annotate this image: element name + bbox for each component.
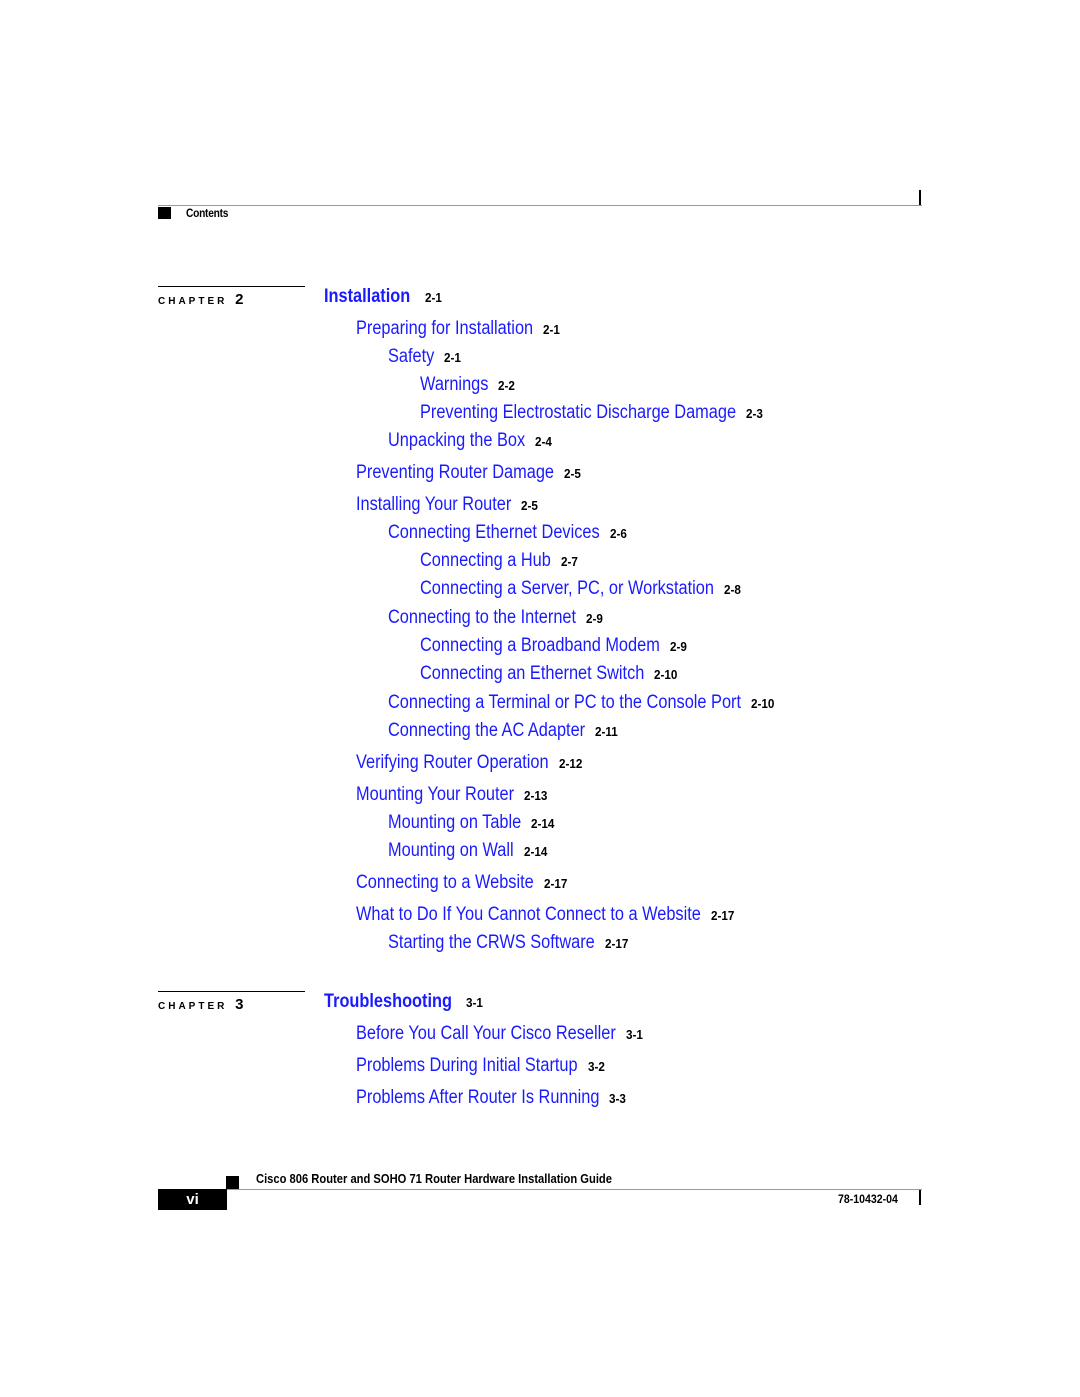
toc-entry[interactable]: Mounting on Table 2-14 [388,813,557,832]
toc-entry[interactable]: What to Do If You Cannot Connect to a We… [356,905,737,924]
toc-entry[interactable]: Problems During Initial Startup 3-2 [356,1056,606,1075]
toc-page-number: 3-3 [609,1091,627,1106]
toc-page-number: 2-12 [558,756,582,771]
toc-entry-title[interactable]: Connecting Ethernet Devices [388,523,600,542]
toc-entry-title[interactable]: Unpacking the Box [388,431,525,450]
toc-page-number: 2-4 [535,434,553,449]
toc-entry-title[interactable]: Mounting on Table [388,813,521,832]
footer-book-title: Cisco 806 Router and SOHO 71 Router Hard… [256,1171,612,1186]
toc-page-number: 2-11 [595,724,618,739]
toc-entry-title[interactable]: Problems During Initial Startup [356,1056,578,1075]
toc-page-number: 2-17 [710,908,735,923]
toc-chapter-title[interactable]: Troubleshooting [324,992,452,1011]
toc-entry-title[interactable]: Preventing Router Damage [356,463,554,482]
toc-entry[interactable]: Connecting a Terminal or PC to the Conso… [388,693,777,712]
toc-page-number: 2-13 [524,788,548,803]
header-change-bar [919,190,921,206]
toc-entry[interactable]: Connecting the AC Adapter 2-11 [388,721,620,740]
chapter-rule [158,286,305,287]
chapter-number: 2 [235,291,244,308]
toc-entry[interactable]: Preventing Electrostatic Discharge Damag… [420,403,765,422]
toc-entry[interactable]: Preventing Router Damage 2-5 [356,463,583,482]
toc-entry[interactable]: Starting the CRWS Software 2-17 [388,933,631,952]
toc-page-number: 2-10 [751,696,775,711]
toc-entry-title[interactable]: Mounting on Wall [388,841,514,860]
toc-page-number: 2-6 [609,526,627,541]
toc-page-number: 2-1 [424,290,442,305]
toc-chapter-entry[interactable]: Troubleshooting 3-1 [324,992,485,1011]
toc-entry[interactable]: Mounting on Wall 2-14 [388,841,550,860]
toc-page-number: 2-9 [669,639,687,654]
toc-chapter-title[interactable]: Installation [324,287,410,306]
toc-entry[interactable]: Installing Your Router 2-5 [356,495,540,514]
toc-page-number: 2-1 [543,322,561,337]
toc-page-number: 2-1 [444,350,462,365]
toc-page-number: 2-9 [586,611,603,626]
toc-entry-title[interactable]: Connecting a Broadband Modem [420,636,660,655]
toc-entry-title[interactable]: Connecting the AC Adapter [388,721,585,740]
toc-entry-title[interactable]: Starting the CRWS Software [388,933,595,952]
toc-entry[interactable]: Verifying Router Operation 2-12 [356,753,585,772]
toc-page-number: 2-14 [531,816,555,831]
toc-entry-title[interactable]: Mounting Your Router [356,785,514,804]
chapter-word: CHAPTER [158,1001,228,1012]
toc-page-number: 2-5 [564,466,581,481]
toc-entry[interactable]: Mounting Your Router 2-13 [356,785,550,804]
toc-entry[interactable]: Connecting Ethernet Devices 2-6 [388,523,628,542]
toc-page-number: 2-10 [654,667,678,682]
chapter-label: CHAPTER 3 [158,996,243,1013]
footer-change-bar [919,1190,921,1205]
toc-chapter-entry[interactable]: Installation 2-1 [324,287,444,306]
footer-page-number: vi [158,1189,227,1210]
toc-entry[interactable]: Connecting an Ethernet Switch 2-10 [420,664,680,683]
toc-entry-title[interactable]: Connecting a Server, PC, or Workstation [420,579,714,598]
toc-entry[interactable]: Safety 2-1 [388,347,463,366]
toc-entry[interactable]: Connecting a Broadband Modem 2-9 [420,636,689,655]
toc-entry-title[interactable]: Before You Call Your Cisco Reseller [356,1024,616,1043]
toc-entry-title[interactable]: Verifying Router Operation [356,753,549,772]
footer-rule [226,1189,922,1190]
toc-page-number: 2-7 [560,554,578,569]
toc-page-number: 2-2 [498,378,516,393]
toc-page-number: 3-1 [625,1027,643,1042]
toc-page-number: 3-2 [587,1059,605,1074]
toc-entry[interactable]: Unpacking the Box 2-4 [388,431,554,450]
toc-entry[interactable]: Connecting to the Internet 2-9 [388,608,605,627]
toc-entry[interactable]: Problems After Router Is Running 3-3 [356,1088,628,1107]
toc-entry[interactable]: Preparing for Installation 2-1 [356,319,562,338]
footer-square-icon [226,1176,239,1189]
toc-entry[interactable]: Before You Call Your Cisco Reseller 3-1 [356,1024,645,1043]
toc-entry-title[interactable]: Connecting to the Internet [388,608,576,627]
toc-entry-title[interactable]: Connecting an Ethernet Switch [420,664,644,683]
toc-page-number: 2-17 [543,876,568,891]
header-square-icon [158,207,171,219]
toc-page-number: 2-3 [746,406,763,421]
toc-page-number: 2-5 [521,498,539,513]
toc-entry-title[interactable]: Preparing for Installation [356,319,533,338]
toc-entry[interactable]: Warnings 2-2 [420,375,517,394]
toc-entry-title[interactable]: Connecting a Hub [420,551,551,570]
toc-entry[interactable]: Connecting to a Website 2-17 [356,873,570,892]
toc-entry-title[interactable]: Connecting a Terminal or PC to the Conso… [388,693,741,712]
chapter-label: CHAPTER 2 [158,291,243,308]
toc-page-number: 2-17 [604,936,629,951]
toc-entry[interactable]: Connecting a Server, PC, or Workstation 2… [420,579,743,598]
toc-page-number: 2-14 [523,844,548,859]
toc-entry-title[interactable]: Safety [388,347,434,366]
header-rule [158,205,922,206]
header-section-label: Contents [186,206,229,220]
toc-page-number: 2-8 [723,582,741,597]
chapter-rule [158,991,305,992]
footer-doc-number: 78-10432-04 [838,1192,898,1206]
toc-entry-title[interactable]: What to Do If You Cannot Connect to a We… [356,905,701,924]
toc-entry-title[interactable]: Installing Your Router [356,495,511,514]
chapter-number: 3 [235,996,244,1013]
toc-entry-title[interactable]: Warnings [420,375,488,394]
toc-entry-title[interactable]: Problems After Router Is Running [356,1088,599,1107]
chapter-word: CHAPTER [158,296,228,307]
toc-entry-title[interactable]: Preventing Electrostatic Discharge Damag… [420,403,736,422]
toc-page-number: 3-1 [466,995,484,1010]
toc-entry-title[interactable]: Connecting to a Website [356,873,534,892]
toc-entry[interactable]: Connecting a Hub 2-7 [420,551,580,570]
